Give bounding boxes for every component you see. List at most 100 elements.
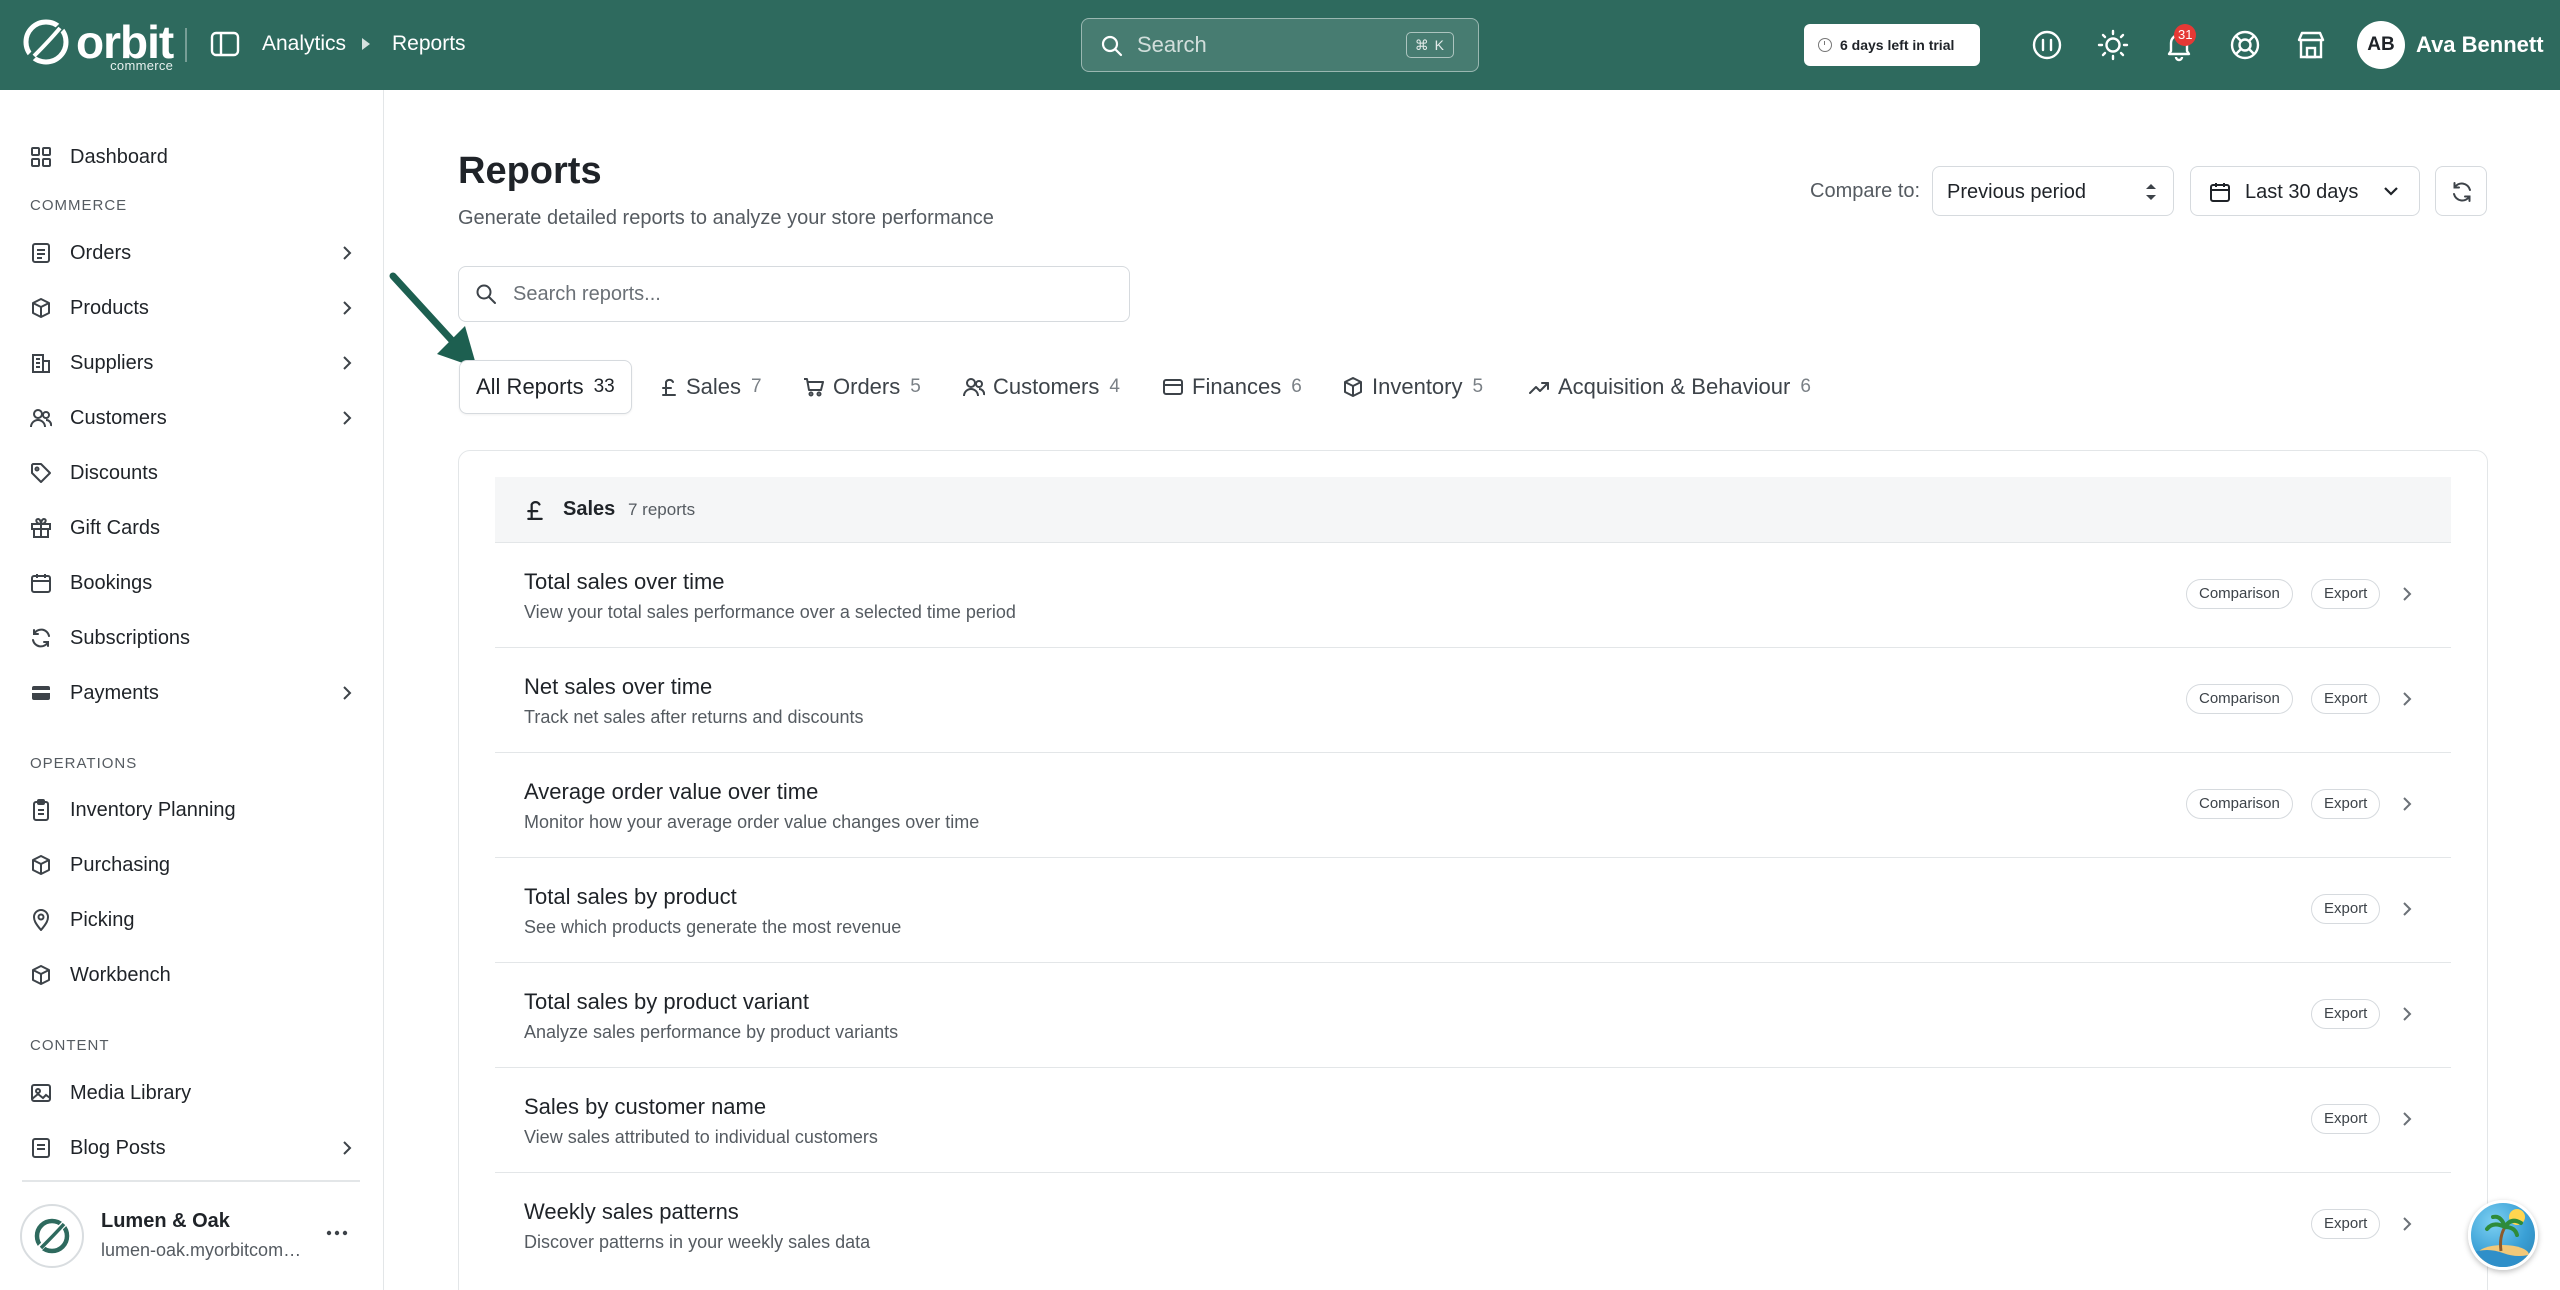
- refresh-button[interactable]: [2435, 166, 2487, 216]
- report-row[interactable]: Total sales by product variant Analyze s…: [495, 963, 2451, 1068]
- sidebar-item-payments[interactable]: Payments: [20, 670, 360, 716]
- sidebar-item-purchasing[interactable]: Purchasing: [20, 842, 360, 888]
- report-description: Discover patterns in your weekly sales d…: [524, 1232, 871, 1252]
- store-name: Lumen & Oak: [101, 1210, 230, 1232]
- report-title: Sales by customer name: [524, 1094, 767, 1119]
- sidebar-item-gift-cards[interactable]: Gift Cards: [20, 505, 360, 551]
- breadcrumb-separator-icon: [362, 38, 370, 50]
- report-title: Average order value over time: [524, 779, 819, 804]
- help-lifebuoy-icon[interactable]: [2228, 28, 2262, 62]
- assistant-fab[interactable]: [2468, 1200, 2538, 1270]
- sidebar-item-label: Media Library: [70, 1082, 192, 1104]
- credit-card-icon: [1162, 376, 1184, 398]
- report-row[interactable]: Total sales by product See which product…: [495, 858, 2451, 963]
- report-row[interactable]: Weekly sales patterns Discover patterns …: [495, 1173, 2451, 1278]
- comparison-badge: Comparison: [2186, 684, 2293, 714]
- chevron-right-icon: [343, 686, 352, 700]
- report-description: Track net sales after returns and discou…: [524, 707, 864, 727]
- tab-orders[interactable]: Orders 5: [803, 360, 921, 414]
- chevron-down-icon: [2384, 187, 2398, 196]
- sidebar-item-label: Gift Cards: [70, 517, 161, 539]
- orbit-logo-icon: [34, 1218, 70, 1254]
- sidebar-item-label: Dashboard: [70, 146, 168, 168]
- box-icon: [32, 855, 50, 875]
- compare-select[interactable]: Previous period: [1932, 166, 2174, 216]
- chevron-right-icon: [343, 411, 352, 425]
- user-name[interactable]: Ava Bennett: [2416, 30, 2544, 60]
- chevron-right-icon: [2403, 692, 2412, 706]
- store-icon[interactable]: [2294, 28, 2328, 62]
- tab-acquisition-behaviour[interactable]: Acquisition & Behaviour 6: [1528, 360, 1811, 414]
- pound-icon: [527, 501, 543, 520]
- tab-count: 4: [1109, 376, 1120, 397]
- sidebar-item-media-library[interactable]: Media Library: [20, 1070, 360, 1116]
- tab-sales[interactable]: Sales 7: [660, 360, 762, 414]
- chevron-right-icon: [343, 356, 352, 370]
- report-row[interactable]: Total sales over time View your total sa…: [495, 543, 2451, 648]
- group-title: Sales: [563, 498, 616, 520]
- theme-sun-icon[interactable]: [2096, 28, 2130, 62]
- clock-icon: [1818, 38, 1832, 52]
- reports-search[interactable]: [458, 266, 1130, 322]
- sidebar-item-products[interactable]: Products: [20, 285, 360, 331]
- orbit-logo-icon: [23, 19, 69, 65]
- tab-all-reports[interactable]: All Reports 33: [459, 360, 632, 414]
- sidebar-item-label: Customers: [70, 407, 167, 429]
- report-description: View sales attributed to individual cust…: [524, 1127, 878, 1147]
- sidebar-item-customers[interactable]: Customers: [20, 395, 360, 441]
- section-operations: OPERATIONS: [30, 755, 138, 772]
- pound-icon: [660, 376, 678, 398]
- orders-icon: [32, 243, 50, 263]
- brand-sub: commerce: [110, 58, 174, 73]
- user-avatar[interactable]: AB: [2357, 21, 2405, 69]
- store-logo[interactable]: [20, 1204, 84, 1268]
- report-row[interactable]: Net sales over time Track net sales afte…: [495, 648, 2451, 753]
- tab-label: Orders: [833, 374, 901, 399]
- sidebar-item-bookings[interactable]: Bookings: [20, 560, 360, 606]
- image-icon: [31, 1084, 51, 1102]
- sidebar-item-label: Picking: [70, 909, 135, 931]
- sales-group-header: Sales 7 reports: [495, 477, 2451, 543]
- page-title: Reports: [458, 150, 602, 192]
- comparison-badge: Comparison: [2186, 579, 2293, 609]
- global-search[interactable]: ⌘ K: [1081, 18, 1479, 72]
- refresh-icon: [2453, 182, 2471, 202]
- breadcrumb-analytics[interactable]: Analytics: [262, 30, 346, 58]
- sidebar-item-picking[interactable]: Picking: [20, 897, 360, 943]
- tab-count: 5: [1472, 376, 1484, 397]
- sidebar-item-suppliers[interactable]: Suppliers: [20, 340, 360, 386]
- tab-inventory[interactable]: Inventory 5: [1342, 360, 1483, 414]
- box-icon: [32, 965, 50, 985]
- report-row[interactable]: Sales by customer name View sales attrib…: [495, 1068, 2451, 1173]
- global-search-input[interactable]: [1137, 29, 1387, 61]
- compare-label: Compare to:: [1810, 180, 1921, 202]
- sidebar-item-orders[interactable]: Orders: [20, 230, 360, 276]
- reports-search-input[interactable]: [513, 279, 1073, 309]
- chevron-right-icon: [343, 246, 352, 260]
- tab-customers[interactable]: Customers 4: [963, 360, 1120, 414]
- top-bar: orbit commerce Analytics Reports ⌘ K 6 d…: [0, 0, 2560, 90]
- support-icon[interactable]: [2030, 28, 2064, 62]
- report-row[interactable]: Average order value over time Monitor ho…: [495, 753, 2451, 858]
- comparison-badge: Comparison: [2186, 789, 2293, 819]
- sidebar-item-blog-posts[interactable]: Blog Posts: [20, 1125, 360, 1171]
- date-range-button[interactable]: Last 30 days: [2190, 166, 2420, 216]
- brand-logo[interactable]: orbit commerce: [22, 18, 174, 73]
- sidebar-toggle-icon[interactable]: [210, 30, 240, 58]
- sidebar-item-workbench[interactable]: Workbench: [20, 952, 360, 998]
- box-icon: [32, 298, 50, 318]
- export-badge: Export: [2311, 999, 2381, 1029]
- credit-card-icon: [32, 686, 50, 700]
- more-options-icon[interactable]: [322, 1218, 352, 1248]
- page-subtitle: Generate detailed reports to analyze you…: [458, 207, 994, 229]
- tab-count: 6: [1800, 376, 1811, 397]
- report-title: Total sales over time: [524, 569, 725, 594]
- sidebar-item-discounts[interactable]: Discounts: [20, 450, 360, 496]
- sidebar-item-inventory-planning[interactable]: Inventory Planning: [20, 787, 360, 833]
- tab-label: Finances: [1192, 374, 1282, 399]
- building-icon: [32, 354, 50, 373]
- trial-badge[interactable]: 6 days left in trial: [1804, 24, 1980, 66]
- tab-finances[interactable]: Finances 6: [1162, 360, 1302, 414]
- sidebar-item-subscriptions[interactable]: Subscriptions: [20, 615, 360, 661]
- sidebar-item-dashboard[interactable]: Dashboard: [20, 134, 360, 180]
